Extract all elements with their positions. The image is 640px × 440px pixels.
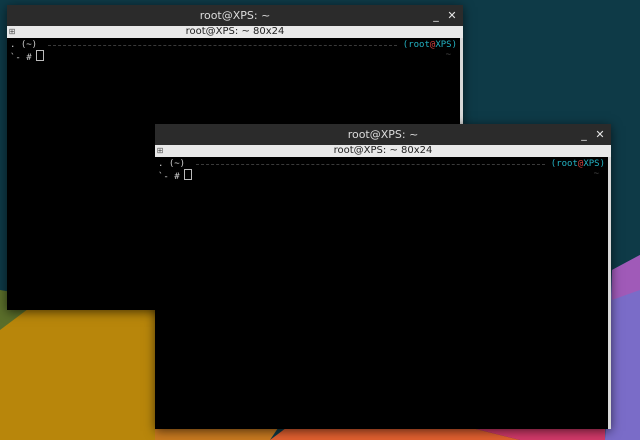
tab-title[interactable]: root@XPS: ~ 80x24 [186, 26, 285, 37]
prompt-dir: . (~) [10, 40, 38, 50]
close-button[interactable]: ✕ [593, 124, 607, 145]
prompt-input-line: `- # ~ [10, 50, 457, 63]
prompt-symbol: `- # [158, 172, 180, 182]
terminal-window-front[interactable]: root@XPS: ~ _ ✕ ⊞ root@XPS: ~ 80x24 . (~… [155, 124, 611, 429]
desktop: root@XPS: ~ _ ✕ ⊞ root@XPS: ~ 80x24 . (~… [0, 0, 640, 440]
prompt-symbol: `- # [10, 53, 32, 63]
prompt-right-tilde: ~ [445, 50, 451, 60]
tab-title[interactable]: root@XPS: ~ 80x24 [334, 145, 433, 156]
prompt-dir-line: . (~) (root@XPS) [10, 40, 457, 50]
tab-bar[interactable]: ⊞ root@XPS: ~ 80x24 [7, 26, 463, 38]
terminal-area[interactable]: . (~) (root@XPS) `- # ~ [155, 157, 611, 429]
cursor [35, 50, 44, 61]
prompt-user: root [556, 159, 578, 169]
window-title: root@XPS: ~ [199, 9, 271, 22]
cursor [183, 169, 192, 180]
prompt-input-line: `- # ~ [158, 169, 605, 182]
titlebar[interactable]: root@XPS: ~ _ ✕ [7, 5, 463, 26]
prompt-separator [196, 164, 545, 165]
minimize-button[interactable]: _ [577, 124, 591, 145]
prompt-host-tag: (root@XPS) [402, 40, 457, 50]
prompt-right-tilde: ~ [593, 169, 599, 179]
prompt-dir: . (~) [158, 159, 186, 169]
prompt-user: root [408, 40, 430, 50]
prompt-host-tag: (root@XPS) [550, 159, 605, 169]
scrollbar[interactable] [608, 157, 611, 429]
close-button[interactable]: ✕ [445, 5, 459, 26]
tab-bar[interactable]: ⊞ root@XPS: ~ 80x24 [155, 145, 611, 157]
window-title: root@XPS: ~ [347, 128, 419, 141]
prompt-dir-line: . (~) (root@XPS) [158, 159, 605, 169]
prompt-separator [48, 45, 397, 46]
titlebar[interactable]: root@XPS: ~ _ ✕ [155, 124, 611, 145]
minimize-button[interactable]: _ [429, 5, 443, 26]
tab-menu-icon[interactable]: ⊞ [8, 26, 16, 38]
prompt-host: XPS [583, 159, 600, 169]
prompt-host: XPS [435, 40, 452, 50]
tab-menu-icon[interactable]: ⊞ [156, 145, 164, 157]
